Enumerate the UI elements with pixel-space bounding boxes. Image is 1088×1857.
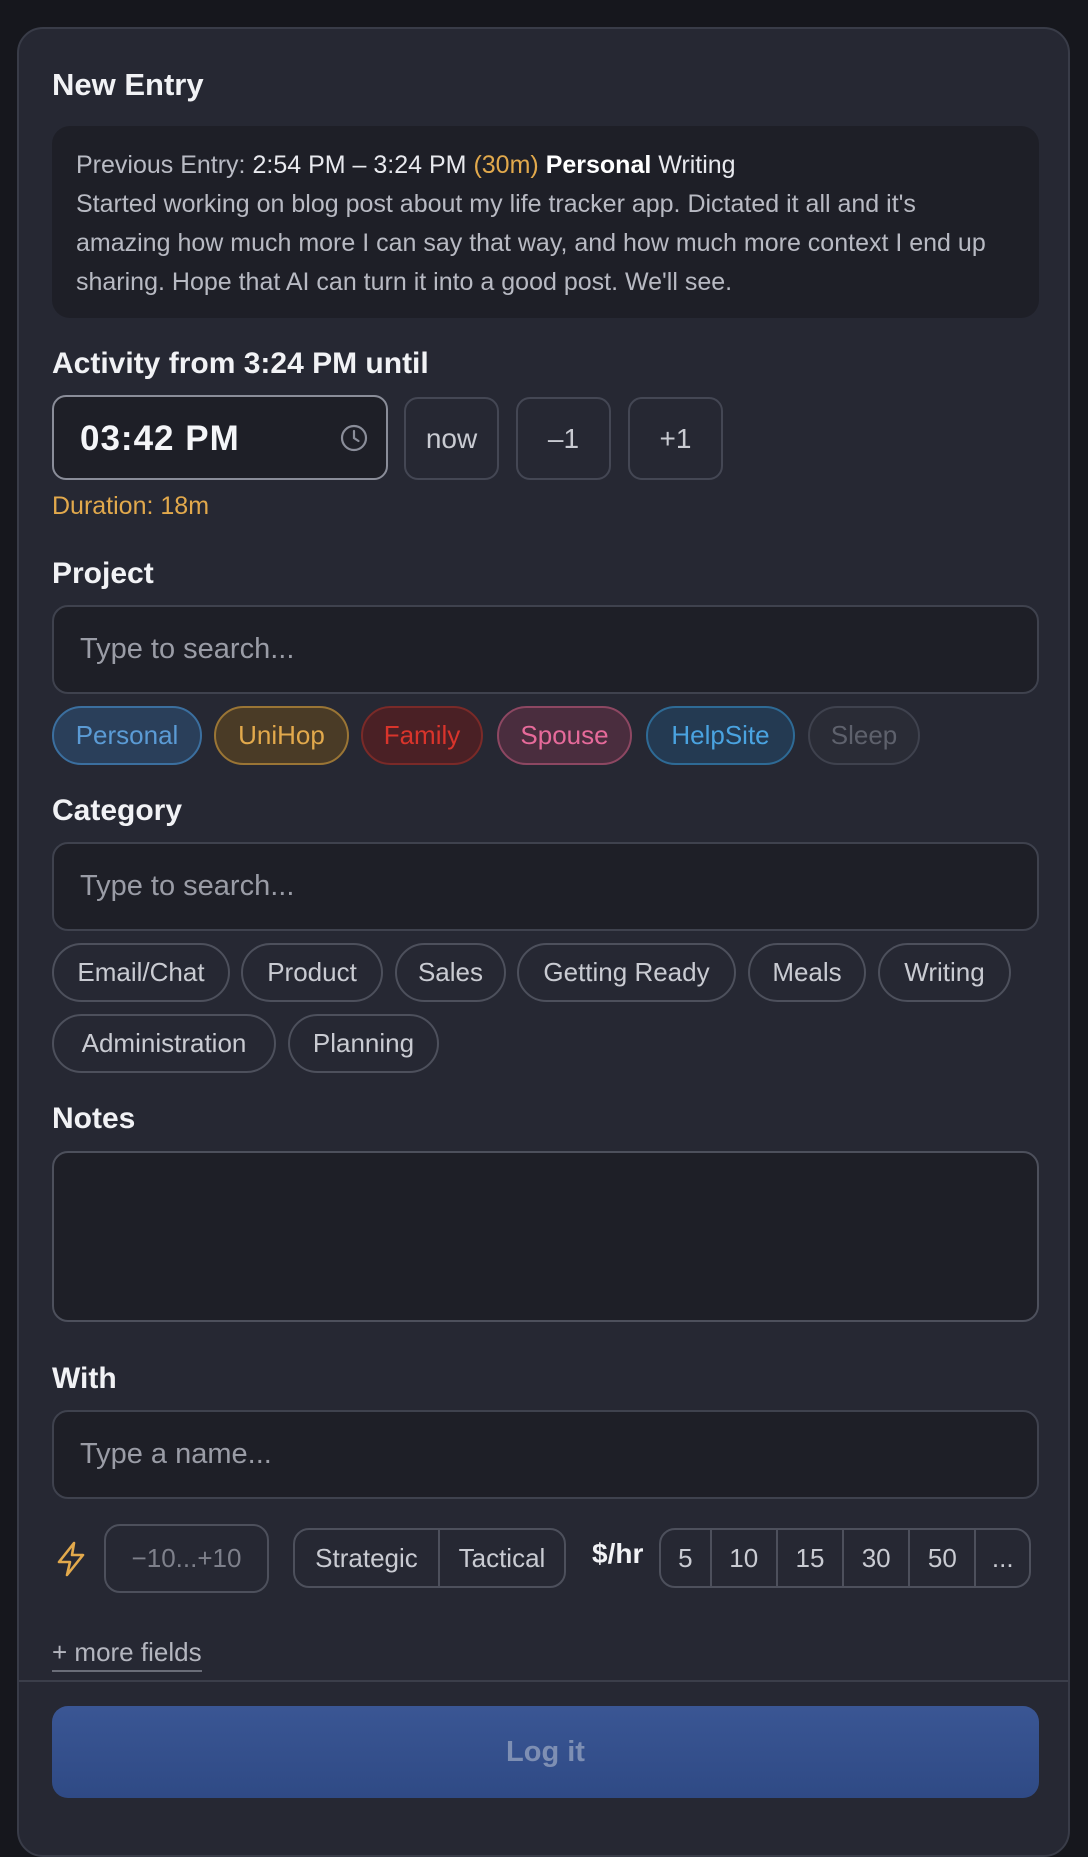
category-chip-writing[interactable]: Writing (878, 943, 1011, 1002)
footer-divider (19, 1680, 1068, 1682)
strategic-option[interactable]: Strategic (295, 1530, 440, 1586)
now-button[interactable]: now (404, 397, 499, 480)
previous-entry-duration: (30m) (473, 151, 539, 179)
previous-entry-notes: Started working on blog post about my li… (76, 190, 986, 296)
project-search-input[interactable]: Type to search... (52, 605, 1039, 694)
category-chip-sales[interactable]: Sales (395, 943, 506, 1002)
category-chip-administration[interactable]: Administration (52, 1014, 276, 1073)
rate-option-15[interactable]: 15 (778, 1530, 845, 1586)
rate-option-30[interactable]: 30 (844, 1530, 911, 1586)
more-fields-link[interactable]: + more fields (52, 1637, 202, 1672)
project-chip-personal[interactable]: Personal (52, 706, 202, 765)
lightning-bolt-icon (57, 1541, 85, 1577)
page-title: New Entry (52, 67, 204, 102)
with-label: With (52, 1362, 117, 1395)
project-chip-sleep[interactable]: Sleep (808, 706, 920, 765)
duration-text: Duration: 18m (52, 492, 210, 520)
project-label: Project (52, 557, 154, 590)
plus-one-button[interactable]: +1 (628, 397, 723, 480)
category-chip-product[interactable]: Product (241, 943, 383, 1002)
rate-option-50[interactable]: 50 (910, 1530, 977, 1586)
energy-input[interactable]: −10...+10 (104, 1524, 269, 1593)
rate-options: 5 10 15 30 50 ... (659, 1528, 1031, 1588)
rate-option-5[interactable]: 5 (661, 1530, 712, 1586)
rate-option-10[interactable]: 10 (712, 1530, 778, 1586)
rate-label: $/hr (592, 1538, 644, 1569)
category-chip-email-chat[interactable]: Email/Chat (52, 943, 230, 1002)
notes-label: Notes (52, 1102, 136, 1135)
minus-one-button[interactable]: –1 (516, 397, 611, 480)
tactical-option[interactable]: Tactical (440, 1530, 564, 1586)
previous-entry-time: 2:54 PM – 3:24 PM (252, 151, 467, 179)
category-chip-meals[interactable]: Meals (748, 943, 866, 1002)
activity-label: Activity from 3:24 PM until (52, 347, 429, 380)
new-entry-card: New Entry Previous Entry: 2:54 PM – 3:24… (17, 27, 1070, 1857)
notes-textarea[interactable] (52, 1151, 1039, 1322)
previous-entry-project: Personal (545, 151, 652, 179)
with-name-input[interactable]: Type a name... (52, 1410, 1039, 1499)
previous-entry-label: Previous Entry: (76, 151, 246, 179)
project-chip-helpsite[interactable]: HelpSite (646, 706, 795, 765)
category-label: Category (52, 794, 183, 827)
extra-fields-row: −10...+10 Strategic Tactical $/hr 5 10 1… (19, 1524, 1072, 1593)
project-chip-unihop[interactable]: UniHop (214, 706, 349, 765)
previous-entry-category: Writing (658, 151, 736, 179)
category-chip-getting-ready[interactable]: Getting Ready (517, 943, 736, 1002)
log-it-button[interactable]: Log it (52, 1706, 1039, 1798)
project-chip-family[interactable]: Family (361, 706, 483, 765)
category-chip-planning[interactable]: Planning (288, 1014, 439, 1073)
clock-icon[interactable] (340, 424, 368, 452)
project-chip-spouse[interactable]: Spouse (497, 706, 632, 765)
strategy-toggle: Strategic Tactical (293, 1528, 566, 1588)
category-search-input[interactable]: Type to search... (52, 842, 1039, 931)
end-time-value: 03:42 PM (80, 419, 240, 458)
previous-entry-box: Previous Entry: 2:54 PM – 3:24 PM (30m) … (52, 126, 1039, 318)
rate-option-more[interactable]: ... (976, 1530, 1029, 1586)
end-time-input[interactable]: 03:42 PM (52, 395, 388, 480)
